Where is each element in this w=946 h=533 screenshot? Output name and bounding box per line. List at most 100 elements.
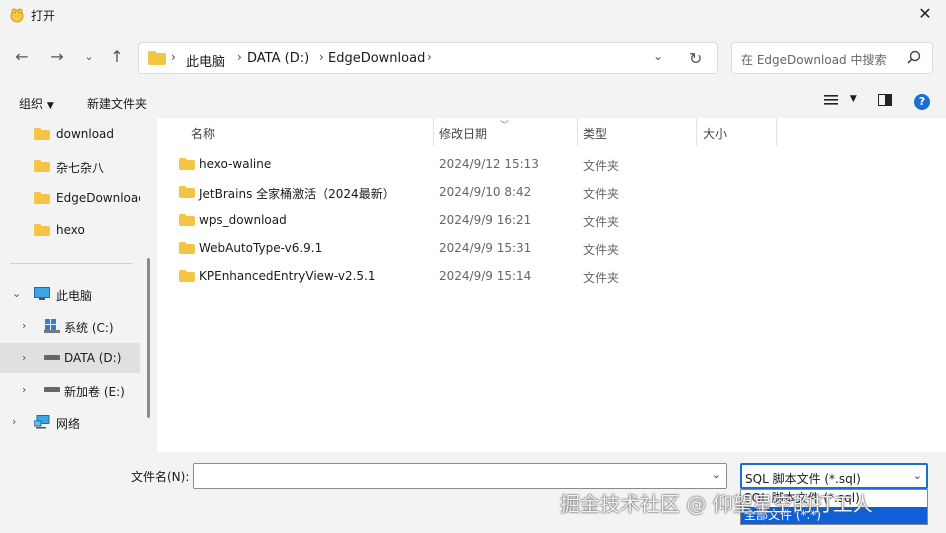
filename-label: 文件名(N):	[131, 470, 190, 484]
file-name-bar: 文件名(N): ⌄ SQL 脚本文件 (*.sql) ⌄ SQL 脚本文件 (*…	[0, 452, 946, 533]
search-input[interactable]: 在 EdgeDownload 中搜索	[731, 42, 933, 74]
sidebar-item-label: DATA (D:)	[64, 351, 122, 365]
file-name: KPEnhancedEntryView-v2.5.1	[199, 269, 376, 283]
folder-icon	[179, 242, 195, 254]
list-view-icon	[824, 95, 838, 105]
sidebar-scrollbar[interactable]	[147, 258, 150, 418]
file-row[interactable]: WebAutoType-v6.9.1 2024/9/9 15:31 文件夹	[175, 235, 635, 263]
folder-icon	[179, 186, 195, 198]
sidebar-item-hexo[interactable]: hexo	[0, 215, 140, 245]
breadcrumb-chevron-icon: ›	[171, 50, 176, 64]
column-header-name[interactable]: 名称	[191, 125, 215, 142]
sidebar-item-label: EdgeDownload	[56, 191, 140, 205]
sidebar-item-misc[interactable]: 杂七杂八	[0, 151, 140, 181]
chevron-right-icon[interactable]: ›	[22, 351, 26, 364]
sidebar-item-drive-d[interactable]: › DATA (D:)	[0, 343, 140, 373]
title-bar: 打开 ✕	[0, 0, 946, 30]
file-row[interactable]: hexo-waline 2024/9/12 15:13 文件夹	[175, 151, 635, 179]
file-modified: 2024/9/9 15:31	[439, 241, 532, 255]
file-name: JetBrains 全家桶激活（2024最新）	[199, 187, 395, 201]
chevron-right-icon[interactable]: ›	[22, 383, 26, 396]
new-folder-button[interactable]: 新建文件夹	[87, 95, 147, 112]
address-dropdown-icon[interactable]: ⌄	[653, 49, 663, 63]
search-icon	[907, 50, 921, 64]
file-modified: 2024/9/10 8:42	[439, 185, 532, 199]
breadcrumb-chevron-icon: ›	[319, 50, 324, 64]
sidebar-item-drive-e[interactable]: › 新加卷 (E:)	[0, 375, 140, 405]
sidebar-item-this-pc[interactable]: ⌄ 此电脑	[0, 279, 140, 309]
chevron-down-icon[interactable]: ⌄	[712, 468, 721, 481]
address-bar[interactable]: › 此电脑 › DATA (D:) › EdgeDownload › ⌄ ↻	[138, 42, 718, 74]
sidebar-item-edgedownload[interactable]: EdgeDownload	[0, 183, 140, 213]
drive-icon	[44, 355, 60, 360]
file-modified: 2024/9/9 15:14	[439, 269, 532, 283]
forward-arrow-icon[interactable]: →	[46, 47, 68, 69]
file-type: 文件夹	[583, 243, 620, 257]
sidebar-item-download[interactable]: download	[0, 119, 140, 149]
file-row[interactable]: KPEnhancedEntryView-v2.5.1 2024/9/9 15:1…	[175, 263, 635, 291]
organize-button[interactable]: 组织 ▼	[19, 95, 54, 112]
chevron-right-icon[interactable]: ›	[22, 319, 26, 332]
watermark: 掘金技术社区 @ 仰望星空的打工人	[560, 492, 873, 516]
file-row[interactable]: JetBrains 全家桶激活（2024最新） 2024/9/10 8:42 文…	[175, 179, 635, 207]
file-type: 文件夹	[583, 159, 620, 173]
window-title: 打开	[31, 9, 56, 23]
file-type: 文件夹	[583, 215, 620, 229]
filetype-select[interactable]: SQL 脚本文件 (*.sql) ⌄	[740, 463, 928, 489]
navigation-pane: download 杂七杂八 EdgeDownload hexo ⌄ 此电脑 › …	[0, 118, 157, 452]
column-header-modified[interactable]: 修改日期	[439, 125, 487, 142]
file-name: wps_download	[199, 213, 287, 227]
filetype-selected: SQL 脚本文件 (*.sql)	[745, 472, 861, 486]
breadcrumb-edgedownload[interactable]: EdgeDownload	[328, 51, 425, 66]
column-header-type[interactable]: 类型	[583, 125, 607, 142]
sidebar-item-label: 杂七杂八	[56, 161, 105, 175]
sidebar-item-label: 新加卷 (E:)	[64, 385, 125, 399]
column-header-size[interactable]: 大小	[703, 125, 727, 142]
network-icon	[34, 415, 50, 429]
chevron-down-icon: ▼	[46, 101, 54, 111]
app-icon	[10, 8, 24, 23]
command-bar: 组织 ▼ 新建文件夹 ▼ ?	[0, 86, 946, 118]
sidebar-item-drive-c[interactable]: › 系统 (C:)	[0, 311, 140, 341]
folder-icon	[179, 214, 195, 226]
chevron-down-icon[interactable]: ⌄	[12, 287, 21, 300]
folder-icon	[34, 160, 50, 172]
folder-icon	[179, 270, 195, 282]
navigation-bar: ← → ⌄ ↑ › 此电脑 › DATA (D:) › EdgeDownload…	[0, 30, 946, 86]
file-row[interactable]: wps_download 2024/9/9 16:21 文件夹	[175, 207, 635, 235]
up-arrow-icon[interactable]: ↑	[106, 47, 128, 69]
close-icon[interactable]: ✕	[914, 4, 936, 26]
filename-input[interactable]: ⌄	[193, 463, 727, 489]
sidebar-item-label: 网络	[56, 417, 81, 431]
folder-icon	[34, 224, 50, 236]
chevron-right-icon[interactable]: ›	[12, 415, 16, 428]
folder-icon	[148, 51, 166, 65]
preview-pane-icon[interactable]	[878, 94, 892, 106]
breadcrumb-chevron-icon: ›	[237, 50, 242, 64]
breadcrumb-this-pc[interactable]: 此电脑	[186, 51, 225, 70]
column-divider[interactable]	[433, 118, 434, 146]
recent-locations-chevron-icon[interactable]: ⌄	[78, 47, 100, 69]
breadcrumb-data-drive[interactable]: DATA (D:)	[247, 51, 309, 66]
windows-drive-icon	[44, 319, 60, 333]
help-icon[interactable]: ?	[914, 94, 930, 110]
organize-label: 组织	[19, 97, 44, 111]
drive-icon	[44, 387, 60, 392]
folder-icon	[34, 192, 50, 204]
file-modified: 2024/9/9 16:21	[439, 213, 532, 227]
sidebar-divider	[10, 263, 132, 264]
computer-icon	[34, 287, 50, 300]
column-divider[interactable]	[577, 118, 578, 146]
chevron-down-icon[interactable]: ⌄	[913, 469, 922, 482]
sidebar-item-network[interactable]: › 网络	[0, 407, 140, 437]
sidebar-item-label: download	[56, 127, 115, 141]
folder-icon	[179, 158, 195, 170]
file-type: 文件夹	[583, 187, 620, 201]
file-name: WebAutoType-v6.9.1	[199, 241, 323, 255]
view-options-button[interactable]: ▼	[824, 94, 857, 109]
column-divider[interactable]	[696, 118, 697, 146]
refresh-icon[interactable]: ↻	[689, 49, 702, 68]
column-divider[interactable]	[776, 118, 777, 146]
search-placeholder: 在 EdgeDownload 中搜索	[741, 53, 887, 67]
back-arrow-icon[interactable]: ←	[11, 47, 33, 69]
